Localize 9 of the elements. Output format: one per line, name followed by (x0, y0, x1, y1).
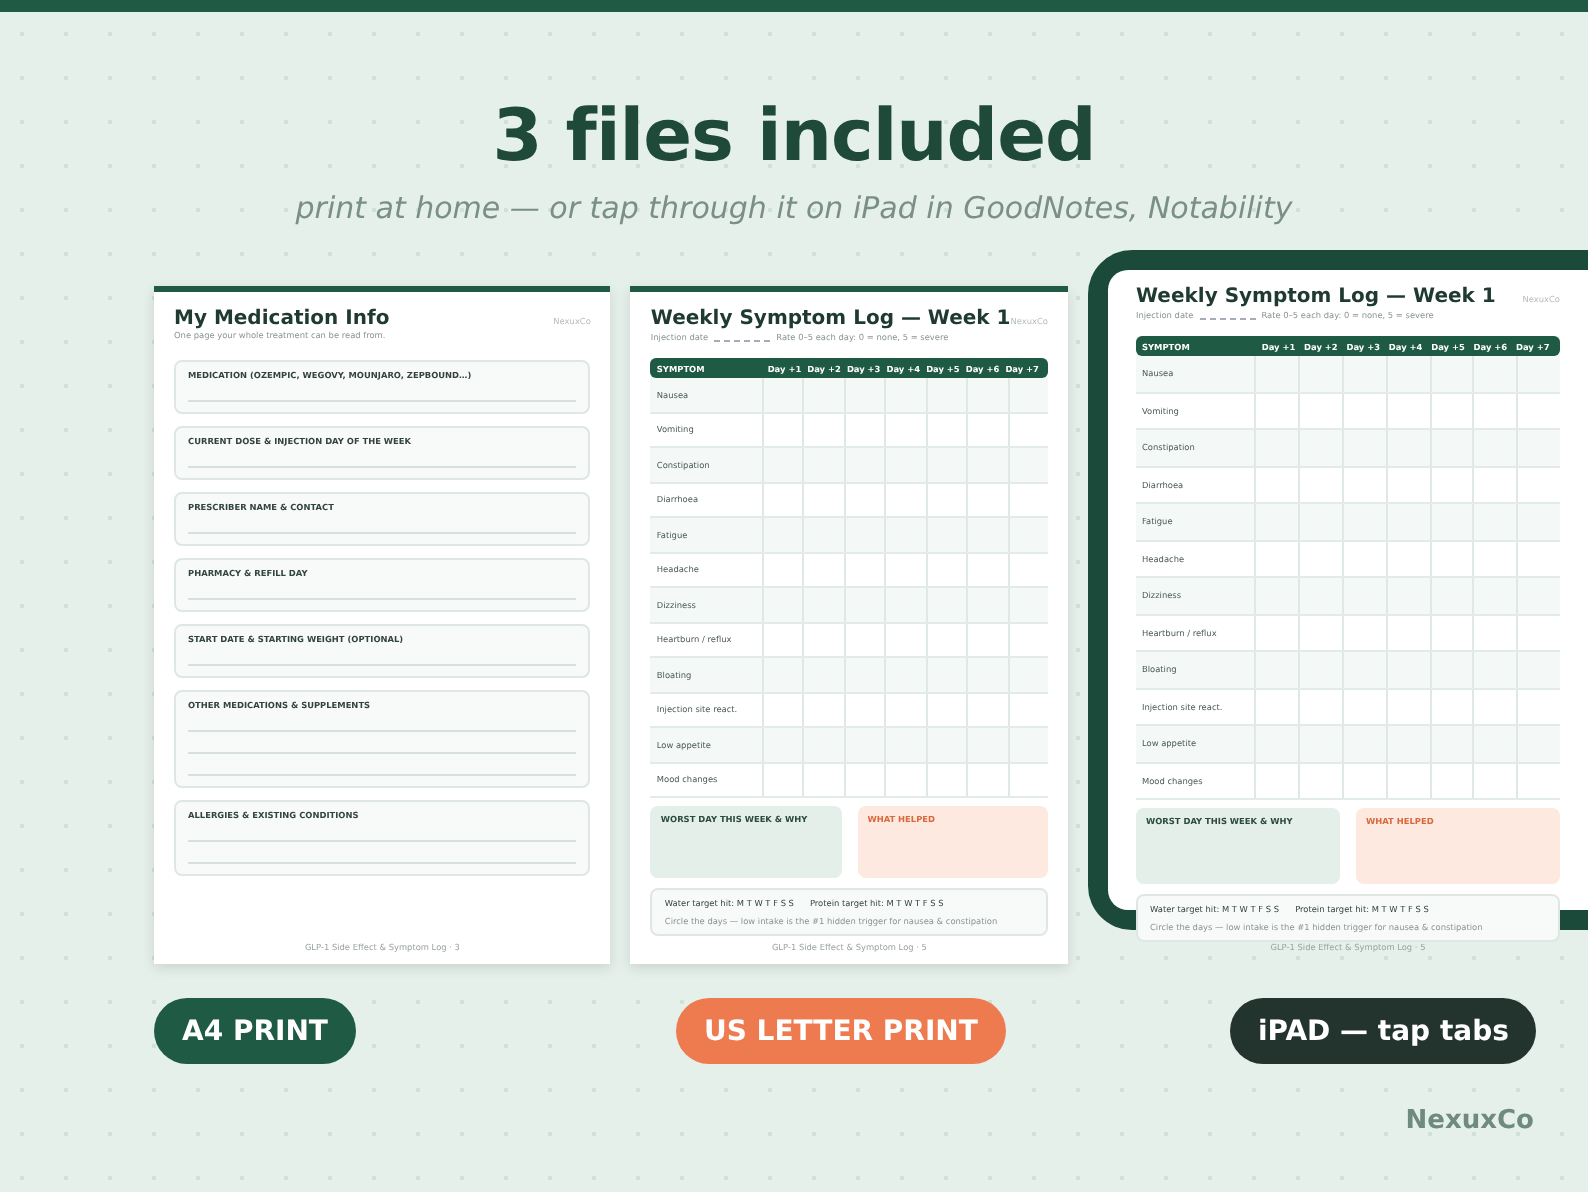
page-title: Weekly Symptom Log — Week 1 (1136, 286, 1496, 308)
page-title: My Medication Info (174, 308, 390, 330)
page-title: Weekly Symptom Log — Week 1 (650, 308, 1011, 330)
subheadline: print at home — or tap through it on iPad in GoodNotes, Notability (295, 190, 1293, 226)
brand-name: NexuxCo (1405, 1106, 1534, 1136)
format-badge: US LETTER PRINT (675, 998, 1006, 1064)
format-badge: A4 PRINT (154, 998, 356, 1064)
headline: 3 files included (492, 96, 1096, 178)
format-badge: iPAD — tap tabs (1229, 998, 1537, 1064)
